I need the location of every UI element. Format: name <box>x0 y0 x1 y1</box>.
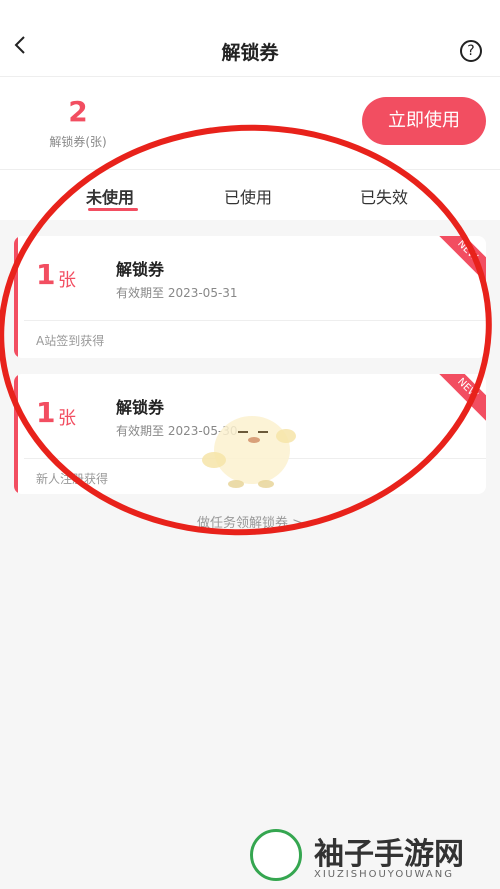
use-now-button[interactable]: 立即使用 <box>362 97 486 145</box>
watermark-text: 袖子手游网 <box>314 837 464 872</box>
watermark-subtext: XIUZISHOUYOUWANG <box>314 869 454 880</box>
coupon-count-label: 解锁券(张) <box>49 135 107 149</box>
page-title: 解锁券 <box>221 42 279 64</box>
top-bar: 解锁券 ? <box>0 0 500 77</box>
site-watermark: 袖子手游网 XIUZISHOUYOUWANG <box>250 825 490 885</box>
coupon-count: 2 <box>68 95 88 128</box>
bird-logo-icon <box>250 829 302 881</box>
question-circle-icon[interactable]: ? <box>460 40 482 62</box>
